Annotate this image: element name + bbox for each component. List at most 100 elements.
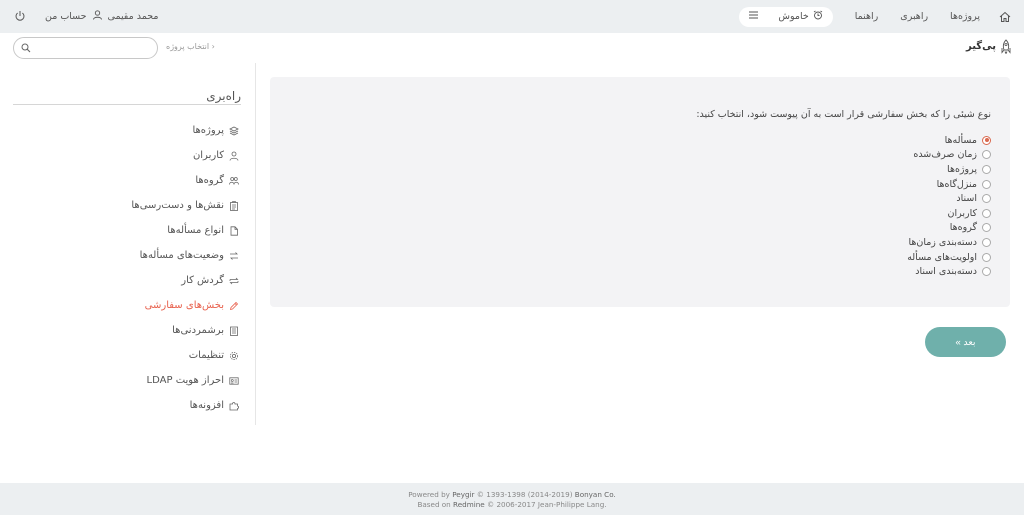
sidebar-item-label: تنظیمات <box>188 350 224 361</box>
project-select-label: انتخاب پروژه <box>166 42 210 51</box>
top-bar: پروژه‌ها راهبری راهنما خاموش محمد مقیمی … <box>0 0 1024 33</box>
idcard-icon <box>229 376 239 386</box>
radio-button[interactable] <box>982 194 991 204</box>
my-account-link[interactable]: حساب من <box>45 11 87 22</box>
radio-button[interactable] <box>982 135 991 145</box>
home-icon[interactable] <box>998 10 1012 24</box>
rocket-icon <box>1001 39 1011 54</box>
footer-based-on: Based on <box>417 500 451 509</box>
search-box[interactable] <box>13 37 158 59</box>
sidebar-item[interactable]: احراز هویت LDAP <box>131 368 239 393</box>
radio-button[interactable] <box>982 208 991 218</box>
footer-line-2: Based on Redmine © 2006-2017 Jean-Philip… <box>0 500 1024 510</box>
sidebar-item-label: نقش‌ها و دست‌رسی‌ها <box>131 200 224 211</box>
nav-help-link[interactable]: راهنما <box>855 11 879 22</box>
object-type-option[interactable]: گروه‌ها <box>907 221 991 236</box>
object-type-option[interactable]: کاربران <box>907 206 991 221</box>
user-icon <box>229 151 239 161</box>
footer-redmine-copyright: © 2006-2017 Jean-Philippe Lang. <box>486 500 607 509</box>
brand[interactable]: پی‌گیر <box>966 39 1012 54</box>
sidebar-item[interactable]: بخش‌های سفارشی <box>131 293 239 318</box>
sidebar-item-label: افزونه‌ها <box>189 400 224 411</box>
sidebar-item[interactable]: کاربران <box>131 143 239 168</box>
user-icon <box>92 10 102 23</box>
sidebar-item[interactable]: افزونه‌ها <box>131 393 239 418</box>
footer-powered-by: Powered by <box>408 490 450 499</box>
sidebar-item[interactable]: نقش‌ها و دست‌رسی‌ها <box>131 193 239 218</box>
radio-button[interactable] <box>982 150 991 160</box>
option-label: گروه‌ها <box>949 222 977 234</box>
chevron-left-icon: ‹ <box>211 42 215 51</box>
radio-button[interactable] <box>982 223 991 233</box>
user-area: محمد مقیمی حساب من <box>45 0 158 33</box>
radio-button[interactable] <box>982 237 991 247</box>
sidebar-item-label: انواع مسأله‌ها <box>167 225 224 236</box>
radio-button[interactable] <box>982 267 991 277</box>
project-select[interactable]: ‹ انتخاب پروژه <box>166 42 215 51</box>
option-label: اسناد <box>956 193 977 205</box>
nav-projects-link[interactable]: پروژه‌ها <box>950 11 980 22</box>
top-nav: پروژه‌ها راهبری راهنما خاموش <box>739 0 1012 33</box>
gear-icon <box>229 351 239 361</box>
sidebar-item[interactable]: گروه‌ها <box>131 168 239 193</box>
option-label: پروژه‌ها <box>947 163 977 175</box>
company-link[interactable]: Bonyan Co. <box>575 490 616 499</box>
object-type-option[interactable]: منزل‌گاه‌ها <box>907 177 991 192</box>
object-type-option[interactable]: اولویت‌های مسأله <box>907 250 991 265</box>
power-icon[interactable] <box>14 10 26 22</box>
status-label: خاموش <box>778 11 809 22</box>
footer-line-1: Powered by Peygir © 1393-1398 (2014-2019… <box>0 490 1024 500</box>
footer: Powered by Peygir © 1393-1398 (2014-2019… <box>0 483 1024 515</box>
sidebar-item-label: کاربران <box>192 150 224 161</box>
sidebar-item-label: بخش‌های سفارشی <box>144 300 224 311</box>
footer-copyright: © 1393-1398 (2014-2019) <box>476 490 573 499</box>
swap-icon <box>229 276 239 286</box>
option-label: مسأله‌ها <box>944 134 977 146</box>
menu-icon[interactable] <box>749 11 759 22</box>
search-input[interactable] <box>36 40 151 56</box>
sidebar-item[interactable]: برشمردنی‌ها <box>131 318 239 343</box>
option-label: منزل‌گاه‌ها <box>936 178 977 190</box>
object-type-option[interactable]: دسته‌بندی زمان‌ها <box>907 235 991 250</box>
sidebar-item[interactable]: گردش کار <box>131 268 239 293</box>
clipboard-icon <box>229 200 239 211</box>
brand-name: پی‌گیر <box>966 41 996 52</box>
radio-button[interactable] <box>982 179 991 189</box>
user-name[interactable]: محمد مقیمی <box>108 11 159 22</box>
option-label: دسته‌بندی زمان‌ها <box>908 236 977 248</box>
sidebar-item[interactable]: انواع مسأله‌ها <box>131 218 239 243</box>
sidebar-item[interactable]: وضعیت‌های مسأله‌ها <box>131 243 239 268</box>
custom-field-type-panel: نوع شیئی را که بخش سفارشی قرار است به آن… <box>270 77 1010 307</box>
redmine-link[interactable]: Redmine <box>453 500 485 509</box>
admin-sidebar: راه‌بری پروژه‌ها کاربران گروه‌ها نقش‌ها و د… <box>13 63 256 425</box>
sidebar-item[interactable]: تنظیمات <box>131 343 239 368</box>
option-label: دسته‌بندی اسناد <box>915 266 977 278</box>
option-label: زمان صرف‌شده <box>913 149 977 161</box>
status-pill[interactable]: خاموش <box>739 6 833 27</box>
file-icon <box>229 225 239 236</box>
question-label: نوع شیئی را که بخش سفارشی قرار است به آن… <box>696 109 991 120</box>
sidebar-item-label: احراز هویت LDAP <box>146 375 224 386</box>
layers-icon <box>229 126 239 136</box>
search-icon <box>21 43 31 56</box>
object-type-options: مسأله‌ها زمان صرف‌شده پروژه‌ها منزل‌گاه‌ها ا… <box>907 133 991 279</box>
object-type-option[interactable]: دسته‌بندی اسناد <box>907 264 991 279</box>
sidebar-item-label: گروه‌ها <box>195 175 224 186</box>
next-button[interactable]: بعد » <box>925 327 1006 357</box>
object-type-option[interactable]: زمان صرف‌شده <box>907 148 991 163</box>
sidebar-divider <box>13 104 241 105</box>
list-icon <box>229 326 239 336</box>
sidebar-item-label: برشمردنی‌ها <box>172 325 224 336</box>
peygir-link[interactable]: Peygir <box>452 490 474 499</box>
sidebar-item-label: وضعیت‌های مسأله‌ها <box>139 250 224 261</box>
object-type-option[interactable]: مسأله‌ها <box>907 133 991 148</box>
sidebar-item-label: گردش کار <box>181 275 224 286</box>
object-type-option[interactable]: پروژه‌ها <box>907 162 991 177</box>
header-row: پی‌گیر ‹ انتخاب پروژه <box>0 33 1024 63</box>
object-type-option[interactable]: اسناد <box>907 191 991 206</box>
sidebar-item[interactable]: پروژه‌ها <box>131 118 239 143</box>
nav-admin-link[interactable]: راهبری <box>900 11 928 22</box>
radio-button[interactable] <box>982 252 991 262</box>
radio-button[interactable] <box>982 164 991 174</box>
sidebar-item-label: پروژه‌ها <box>192 125 224 136</box>
